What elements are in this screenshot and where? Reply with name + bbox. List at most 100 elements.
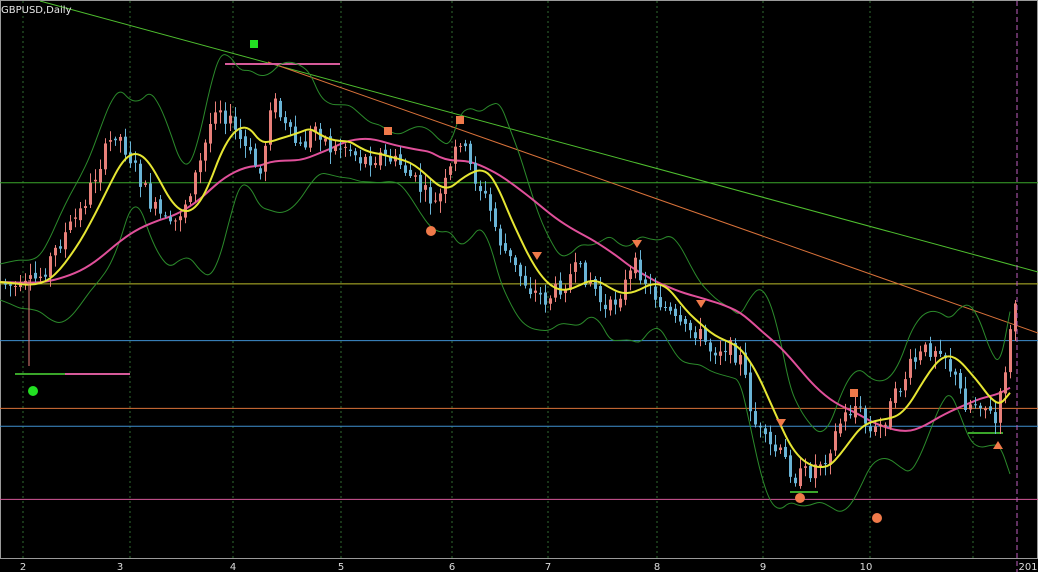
candle-body	[549, 298, 552, 304]
candle-body	[699, 328, 702, 339]
candle-body	[134, 160, 137, 163]
candle-body	[909, 358, 912, 378]
candle-body	[254, 148, 257, 166]
candle-body	[884, 424, 887, 426]
candle-body	[989, 406, 992, 411]
candle-body	[219, 110, 222, 113]
candle-body	[419, 174, 422, 192]
candle-body	[434, 200, 437, 202]
candle-body	[289, 122, 292, 127]
candle-body	[459, 145, 462, 147]
candle-body	[954, 371, 957, 375]
candle-body	[179, 216, 182, 221]
candle-body	[454, 146, 457, 164]
candle-body	[114, 138, 117, 141]
candle-body	[654, 286, 657, 300]
candle-body	[904, 379, 907, 391]
candle-body	[949, 359, 952, 372]
candle-body	[939, 350, 942, 354]
candle-body	[59, 246, 62, 249]
candle-body	[244, 136, 247, 146]
candle-body	[634, 257, 637, 274]
x-tick-label-8: 10	[860, 562, 873, 572]
candle-body	[774, 444, 777, 452]
candle-body	[739, 355, 742, 365]
candle-body	[1004, 372, 1007, 394]
candle-body	[384, 149, 387, 155]
candle-body	[169, 216, 172, 222]
candle-body	[414, 175, 417, 177]
candle-body	[624, 279, 627, 300]
candle-body	[644, 279, 647, 284]
trend-line-green	[39, 0, 1038, 273]
candle-body	[234, 116, 237, 130]
candle-body	[464, 143, 467, 147]
candle-body	[684, 318, 687, 324]
candle-body	[789, 455, 792, 477]
candle-body	[679, 315, 682, 322]
candle-body	[659, 297, 662, 308]
candle-body	[444, 177, 447, 195]
candle-body	[809, 465, 812, 479]
candle-body	[174, 220, 177, 222]
candle-body	[89, 182, 92, 205]
candle-body	[339, 148, 342, 150]
candle-body	[664, 306, 667, 308]
x-tick-label-5: 7	[545, 562, 551, 572]
candle-body	[844, 412, 847, 422]
candle-body	[349, 149, 352, 151]
candle-body	[29, 275, 32, 279]
candle-body	[334, 146, 337, 152]
candle-body	[79, 208, 82, 221]
candle-body	[919, 351, 922, 361]
candle-body	[39, 276, 42, 279]
candle-body	[894, 388, 897, 403]
candle-body	[749, 372, 752, 412]
symbol-label: GBPUSD,Daily	[1, 5, 72, 16]
candle-body	[9, 284, 12, 286]
candle-body	[154, 201, 157, 209]
candle-body	[899, 391, 902, 393]
candle-body	[449, 166, 452, 175]
candle-body	[109, 140, 112, 142]
candle-body	[669, 306, 672, 311]
candle-body	[764, 428, 767, 435]
candle-body	[979, 405, 982, 409]
candle-body	[839, 423, 842, 434]
candle-body	[514, 257, 517, 266]
candle-body	[849, 413, 852, 416]
candle-body	[204, 142, 207, 161]
chart-window: 2 3 4 5 6 7 8 9 10 201 GBPUSD,Daily	[0, 0, 1038, 572]
candle-body	[484, 190, 487, 194]
candle-body	[259, 168, 262, 174]
marker-orange-triangle-down	[696, 300, 706, 308]
candle-body	[604, 304, 607, 310]
candle-body	[214, 112, 217, 124]
candle-body	[964, 388, 967, 410]
marker-orange-triangle-down	[532, 252, 542, 260]
candle-body	[69, 221, 72, 231]
candle-body	[344, 146, 347, 148]
candle-body	[94, 179, 97, 182]
marker-green-square	[250, 40, 258, 48]
candle-body	[804, 466, 807, 468]
candle-body	[914, 357, 917, 362]
candle-body	[629, 270, 632, 279]
candle-body	[519, 264, 522, 277]
candle-body	[359, 157, 362, 164]
candle-body	[819, 464, 822, 467]
candle-body	[869, 426, 872, 432]
x-tick-label-7: 9	[760, 562, 766, 572]
candle-body	[144, 183, 147, 185]
candle-body	[284, 117, 287, 124]
candle-body	[354, 151, 357, 156]
candle-body	[24, 280, 27, 284]
price-chart: 2 3 4 5 6 7 8 9 10 201	[0, 0, 1038, 572]
candle-body	[934, 351, 937, 357]
candle-body	[574, 262, 577, 272]
candle-body	[14, 285, 17, 287]
candle-body	[409, 169, 412, 177]
candle-body	[224, 110, 227, 124]
candle-body	[799, 468, 802, 487]
candle-body	[889, 401, 892, 428]
